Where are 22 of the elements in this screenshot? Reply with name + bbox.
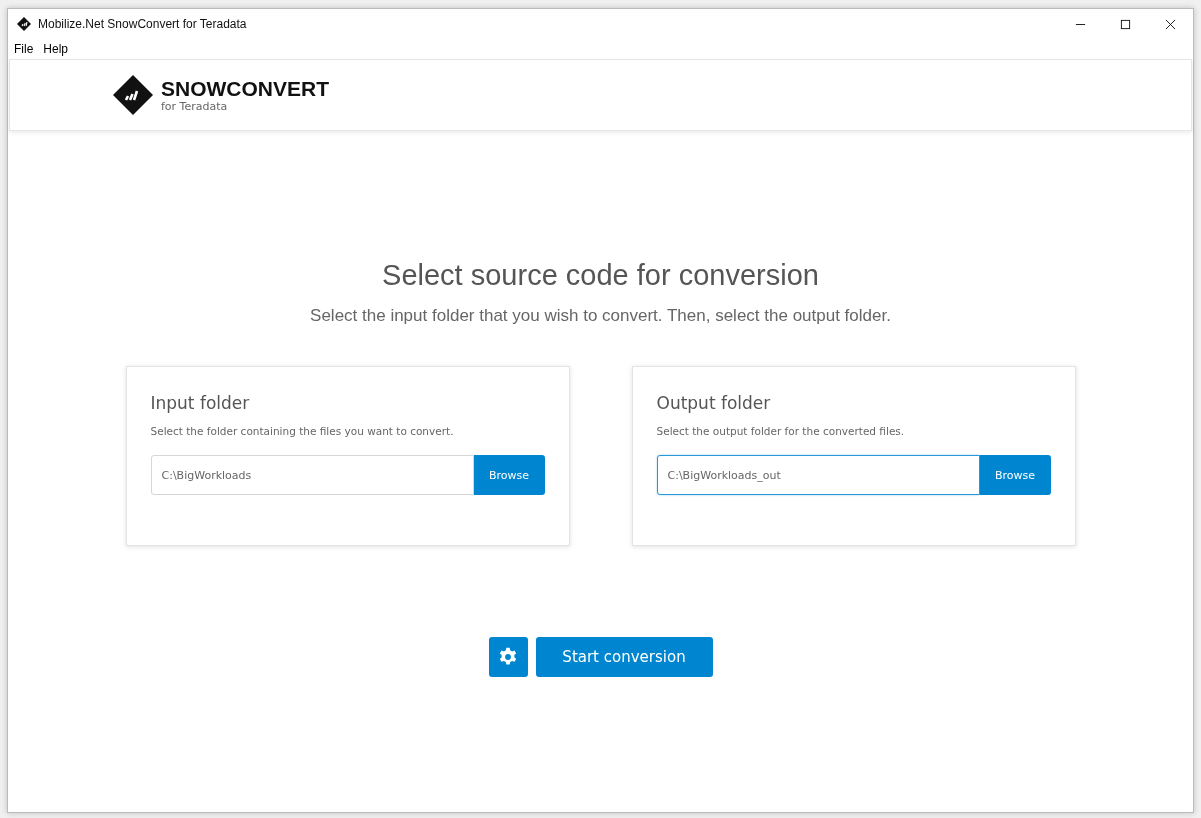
menu-item[interactable]: File xyxy=(14,42,34,56)
app-diamond-icon xyxy=(17,17,31,31)
folder-path-field[interactable]: C:\BigWorkloads xyxy=(150,455,474,495)
page-subheading: Select the input folder that you wish to convert. Then, select the output folder. xyxy=(310,306,891,326)
browse-button[interactable]: Browse xyxy=(979,455,1051,495)
maximize-icon[interactable] xyxy=(1120,18,1131,30)
logo-name: SNOWCONVERT xyxy=(161,77,329,100)
card-description: Select the output folder for the converted files. xyxy=(656,425,906,437)
card-title: Output folder xyxy=(656,393,772,413)
window-title: Mobilize.Net SnowConvert for Teradata xyxy=(38,17,247,31)
browse-button[interactable]: Browse xyxy=(473,455,545,495)
logo-icon xyxy=(113,75,153,115)
page-heading: Select source code for conversion xyxy=(382,259,819,292)
close-icon[interactable] xyxy=(1165,18,1176,30)
folder-path-field[interactable]: C:\BigWorkloads_out xyxy=(656,455,980,495)
settings-button[interactable] xyxy=(488,637,528,677)
logo-subtitle: for Teradata xyxy=(161,99,229,113)
card-description: Select the folder containing the files you want to convert. xyxy=(150,425,455,437)
menu-item[interactable]: Help xyxy=(43,42,69,56)
start-conversion-button[interactable]: Start conversion xyxy=(535,637,713,677)
settings-icon xyxy=(498,647,518,667)
card-title: Input folder xyxy=(150,393,251,413)
